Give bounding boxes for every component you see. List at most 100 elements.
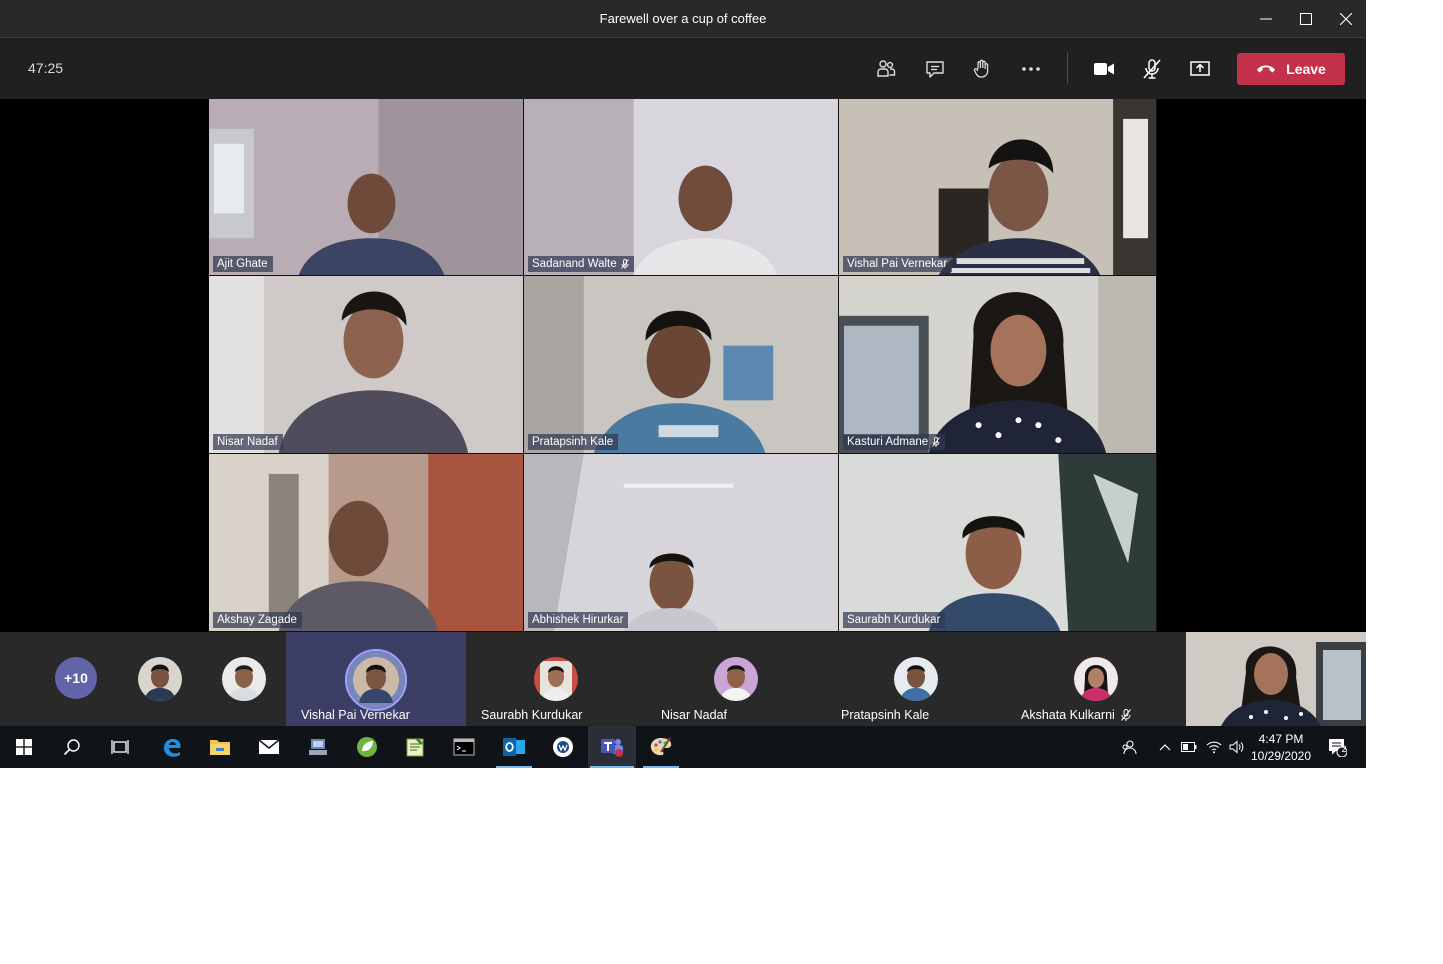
avatar [894,657,938,701]
clock-time: 4:47 PM [1258,732,1304,746]
participant-video [209,454,523,631]
participant-name-tag: Pratapsinh Kale [528,434,619,450]
avatar[interactable] [222,657,266,701]
taskbar-app-outlook[interactable] [490,726,538,768]
task-view-icon [111,740,129,754]
volume-button[interactable] [1226,726,1248,768]
video-tile[interactable]: Ajit Ghate [209,99,524,276]
raise-hand-icon [973,59,989,78]
participant-video [839,276,1156,453]
network-button[interactable] [1202,726,1226,768]
taskbar-app-network[interactable] [294,726,342,768]
start-button[interactable] [0,726,48,768]
wifi-icon [1206,741,1222,754]
avatar [714,657,758,701]
battery-icon [1181,742,1197,752]
video-tile[interactable]: Akshay Zagade [209,454,524,632]
participant-name-tag: Vishal Pai Vernekar [843,256,953,272]
avatar[interactable] [138,657,182,701]
strip-participant[interactable]: Vishal Pai Vernekar [286,632,466,726]
taskbar-app-paint[interactable] [637,726,685,768]
participant-strip: +10 Vishal Pai Vernekar Saurabh Kurdukar… [0,632,1366,726]
participants-icon [877,60,896,77]
taskbar-app-file-explorer[interactable] [196,726,244,768]
close-icon [1340,13,1352,25]
video-tile[interactable]: Vishal Pai Vernekar [839,99,1157,276]
microphone-button[interactable] [1135,52,1169,86]
task-view-button[interactable] [96,726,144,768]
strip-participant-name: Nisar Nadaf [661,708,727,722]
avatar [345,649,407,711]
participant-video [524,454,838,631]
tray-people-button[interactable] [1116,726,1142,768]
chevron-up-icon [1159,744,1171,751]
participant-video [524,99,838,275]
teams-meeting-window: Farewell over a cup of coffee 47:25 Leav… [0,0,1366,768]
show-hidden-icons-button[interactable] [1154,726,1176,768]
share-content-button[interactable] [1183,52,1217,86]
strip-participant[interactable]: Saurabh Kurdukar [466,632,646,726]
self-video [1186,632,1366,726]
folder-icon [210,740,230,755]
chat-icon [926,61,944,78]
share-screen-icon [1190,61,1210,76]
notification-count: 2 [1341,744,1347,754]
taskbar-app-mail[interactable] [245,726,293,768]
more-participants-button[interactable]: +10 [55,657,97,699]
strip-participant[interactable]: Pratapsinh Kale [826,632,1006,726]
maximize-icon [1300,13,1312,25]
strip-participant-name: Akshata Kulkarni [1021,708,1131,722]
strip-participant-name: Pratapsinh Kale [841,708,930,722]
avatar-photo [222,657,266,701]
video-tile[interactable]: Nisar Nadaf [209,276,524,454]
raise-hand-button[interactable] [965,52,999,86]
camera-button[interactable] [1087,52,1121,86]
video-grid: Ajit Ghate Sadanand Walte Vishal Pai Ver… [209,99,1157,632]
hang-up-icon [1257,65,1276,73]
minimize-button[interactable] [1246,0,1286,38]
avatar [1074,657,1118,701]
self-video-preview[interactable] [1186,632,1366,726]
participant-name-tag: Saurabh Kurdukar [843,612,946,628]
video-tile[interactable]: Pratapsinh Kale [524,276,839,454]
mail-icon [258,739,280,754]
windows-logo-icon [16,739,32,755]
mic-muted-icon [620,259,629,269]
avatar-photo [894,657,938,701]
microphone-muted-icon [1143,59,1161,79]
paint-palette-icon [650,737,672,756]
taskbar-app-teams[interactable] [588,726,636,768]
toolbar-divider [1067,52,1068,84]
taskbar-app-terminal[interactable] [440,726,488,768]
video-tile[interactable]: Sadanand Walte [524,99,839,276]
avatar [534,657,578,701]
strip-participant[interactable]: Nisar Nadaf [646,632,826,726]
taskbar-app-notepad-plus[interactable] [391,726,439,768]
taskbar-app-edge[interactable] [148,726,196,768]
video-tile[interactable]: Abhishek Hirurkar [524,454,839,632]
strip-participant[interactable]: Akshata Kulkarni [1006,632,1186,726]
system-clock[interactable]: 4:47 PM 10/29/2020 [1246,731,1316,765]
video-tile[interactable]: Kasturi Admane [839,276,1157,454]
action-center-button[interactable]: 2 [1320,726,1354,768]
mic-muted-icon [1120,709,1131,721]
maximize-button[interactable] [1286,0,1326,38]
edge-icon [164,738,181,757]
close-button[interactable] [1326,0,1366,38]
more-actions-button[interactable] [1014,52,1048,86]
participant-name-tag: Ajit Ghate [213,256,273,272]
show-conversation-button[interactable] [918,52,952,86]
taskbar-app-spring[interactable] [343,726,391,768]
computer-icon [309,739,327,755]
speaker-icon [1229,740,1244,754]
battery-button[interactable] [1178,726,1200,768]
people-icon [1122,740,1137,755]
meeting-timer: 47:25 [28,60,64,76]
show-participants-button[interactable] [869,52,903,86]
participant-name-tag: Nisar Nadaf [213,434,283,450]
search-button[interactable] [48,726,96,768]
taskbar-app-webex[interactable] [539,726,587,768]
leave-button[interactable]: Leave [1237,53,1345,85]
video-tile[interactable]: Saurabh Kurdukar [839,454,1157,632]
search-icon [63,739,80,756]
